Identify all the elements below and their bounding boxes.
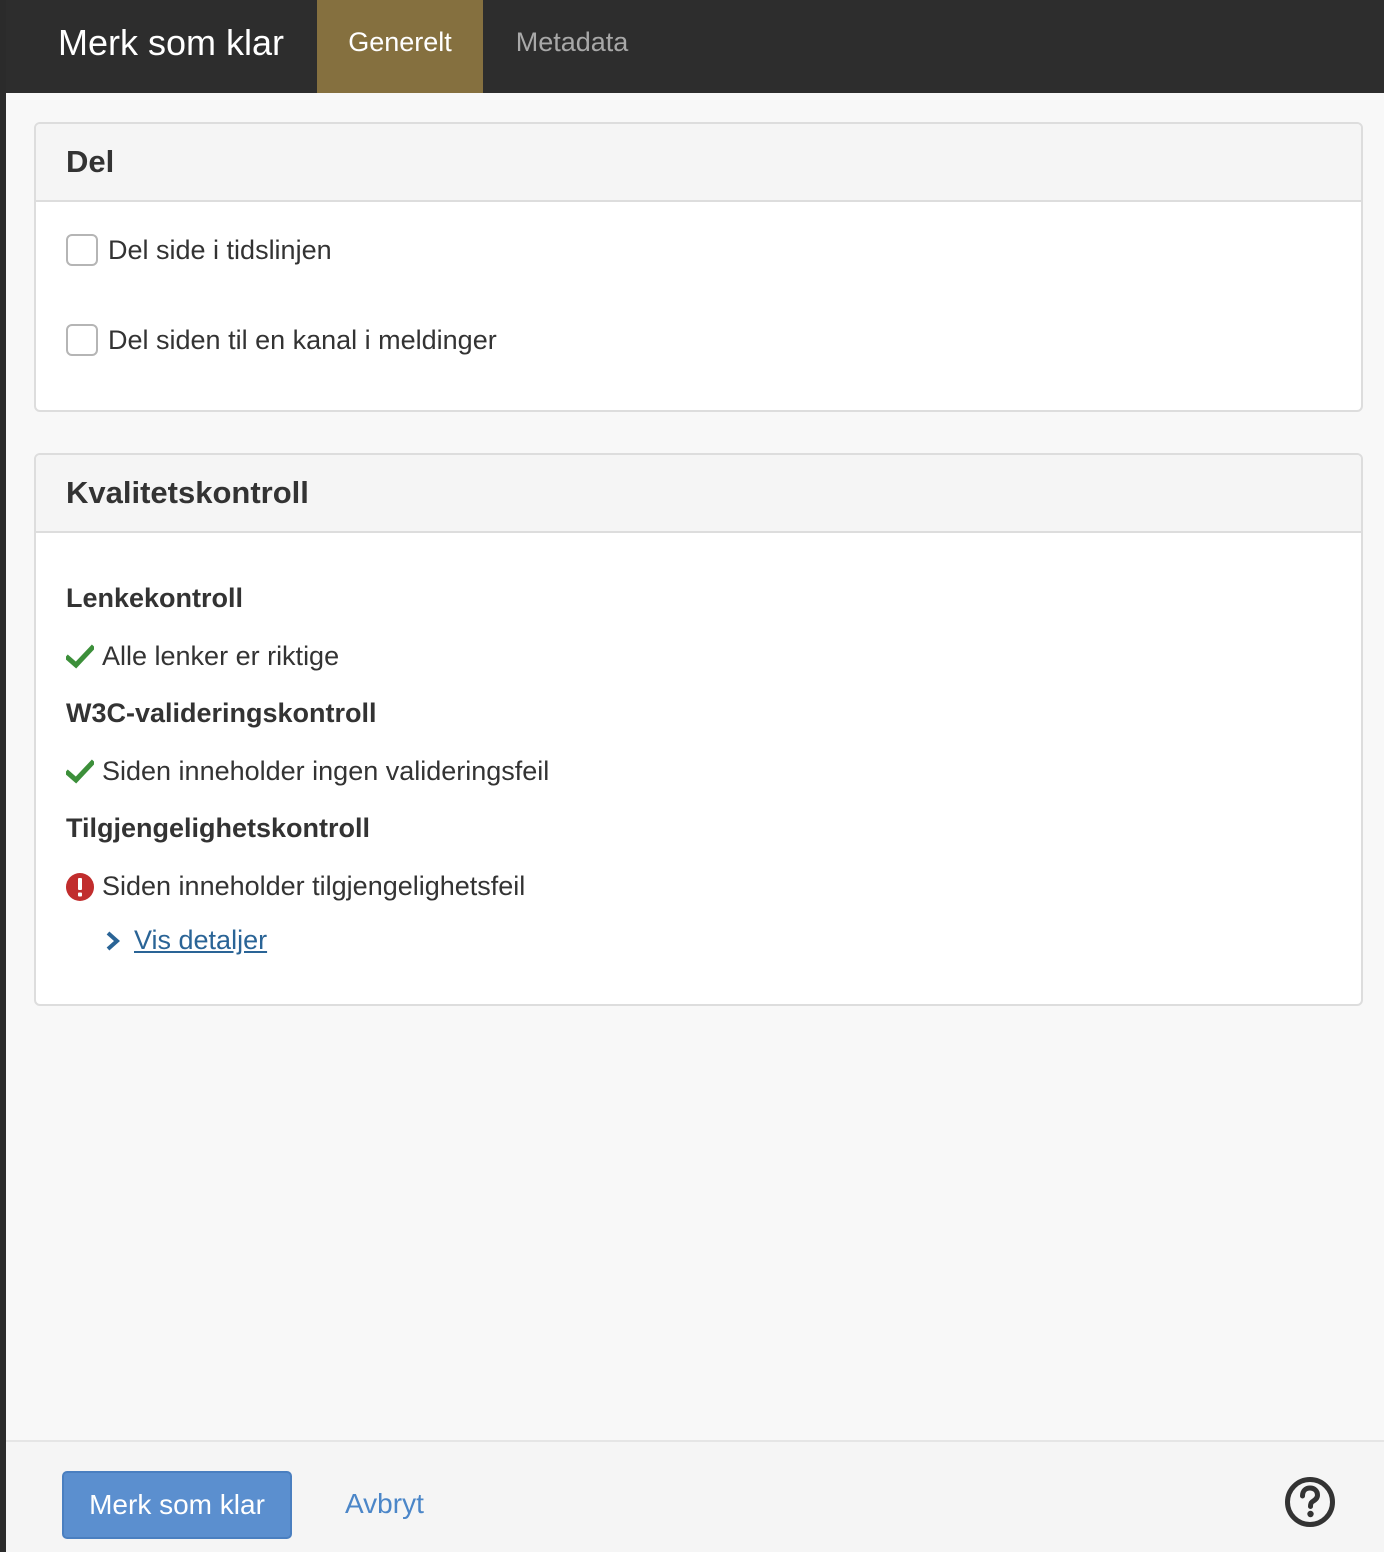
show-details-text[interactable]: Vis detaljer bbox=[134, 925, 267, 956]
chevron-right-icon bbox=[106, 931, 121, 950]
share-channel-checkbox[interactable] bbox=[66, 324, 98, 356]
share-timeline-label: Del side i tidslinjen bbox=[108, 234, 332, 265]
dialog-title: Merk som klar bbox=[58, 22, 285, 63]
cancel-button[interactable]: Avbryt bbox=[345, 1471, 424, 1539]
mark-ready-button[interactable]: Merk som klar bbox=[62, 1471, 292, 1539]
share-channel-option[interactable]: Del siden til en kanal i meldinger bbox=[66, 324, 497, 356]
link-check-result: Alle lenker er riktige bbox=[66, 641, 339, 672]
mark-ready-dialog: Merk som klar Generelt Metadata Del Del … bbox=[6, 0, 1384, 1552]
show-details-link[interactable]: Vis detaljer bbox=[104, 925, 267, 956]
quality-control-panel: Kvalitetskontroll Lenkekontroll Alle len… bbox=[34, 453, 1363, 1006]
accessibility-check-result: Siden inneholder tilgjengelighetsfeil bbox=[66, 871, 525, 902]
share-panel: Del Del side i tidslinjen Del siden til … bbox=[34, 122, 1363, 412]
share-timeline-option[interactable]: Del side i tidslinjen bbox=[66, 234, 332, 266]
check-icon bbox=[66, 758, 94, 783]
help-icon[interactable] bbox=[1284, 1476, 1336, 1528]
w3c-check-title: W3C-valideringskontroll bbox=[66, 698, 377, 728]
share-channel-label: Del siden til en kanal i meldinger bbox=[108, 324, 497, 355]
dialog-footer: Merk som klar Avbryt bbox=[6, 1440, 1384, 1552]
w3c-check-message: Siden inneholder ingen valideringsfeil bbox=[102, 756, 550, 786]
dialog-header: Merk som klar Generelt Metadata bbox=[6, 0, 1384, 93]
tab-generelt[interactable]: Generelt bbox=[317, 0, 483, 93]
accessibility-check-message: Siden inneholder tilgjengelighetsfeil bbox=[102, 871, 526, 901]
share-panel-title: Del bbox=[36, 124, 1361, 202]
link-check-title: Lenkekontroll bbox=[66, 583, 244, 613]
tab-metadata[interactable]: Metadata bbox=[483, 0, 661, 93]
share-timeline-checkbox[interactable] bbox=[66, 234, 98, 266]
accessibility-check-title: Tilgjengelighetskontroll bbox=[66, 813, 371, 843]
quality-panel-title: Kvalitetskontroll bbox=[36, 455, 1361, 533]
check-icon bbox=[66, 643, 94, 668]
link-check-message: Alle lenker er riktige bbox=[102, 641, 340, 671]
w3c-check-result: Siden inneholder ingen valideringsfeil bbox=[66, 756, 549, 787]
error-icon bbox=[66, 872, 94, 901]
